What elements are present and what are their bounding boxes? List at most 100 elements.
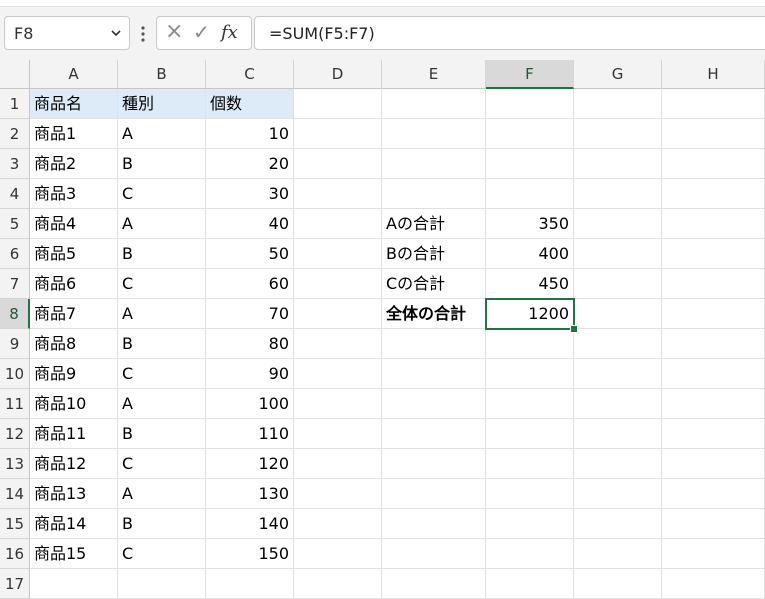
cell-c6[interactable]: 50	[206, 239, 294, 269]
cell-d2[interactable]	[294, 119, 382, 149]
cell-g13[interactable]	[574, 449, 662, 479]
cell-a7[interactable]: 商品6	[30, 269, 118, 299]
cell-c4[interactable]: 30	[206, 179, 294, 209]
cell-h6[interactable]	[662, 239, 765, 269]
cell-a3[interactable]: 商品2	[30, 149, 118, 179]
cell-e14[interactable]	[382, 479, 486, 509]
cell-h16[interactable]	[662, 539, 765, 569]
cell-d12[interactable]	[294, 419, 382, 449]
cell-f17[interactable]	[486, 569, 574, 599]
cell-d15[interactable]	[294, 509, 382, 539]
cell-d8[interactable]	[294, 299, 382, 329]
cell-b2[interactable]: A	[118, 119, 206, 149]
cell-a6[interactable]: 商品5	[30, 239, 118, 269]
cell-d9[interactable]	[294, 329, 382, 359]
cell-b13[interactable]: C	[118, 449, 206, 479]
column-header-e[interactable]: E	[382, 60, 486, 89]
row-header-7[interactable]: 7	[0, 269, 30, 299]
cell-g4[interactable]	[574, 179, 662, 209]
cell-g8[interactable]	[574, 299, 662, 329]
chevron-down-icon[interactable]	[109, 26, 123, 40]
cell-g5[interactable]	[574, 209, 662, 239]
cell-c12[interactable]: 110	[206, 419, 294, 449]
cell-e5[interactable]: Aの合計	[382, 209, 486, 239]
cell-g10[interactable]	[574, 359, 662, 389]
cell-c17[interactable]	[206, 569, 294, 599]
cell-g3[interactable]	[574, 149, 662, 179]
cell-c13[interactable]: 120	[206, 449, 294, 479]
cell-g15[interactable]	[574, 509, 662, 539]
row-header-17[interactable]: 17	[0, 569, 30, 599]
cell-b4[interactable]: C	[118, 179, 206, 209]
cell-d10[interactable]	[294, 359, 382, 389]
select-all-corner[interactable]	[0, 60, 30, 89]
cell-g16[interactable]	[574, 539, 662, 569]
cell-a4[interactable]: 商品3	[30, 179, 118, 209]
insert-function-icon[interactable]: fx	[221, 22, 238, 43]
cell-g1[interactable]	[574, 89, 662, 119]
cell-b10[interactable]: C	[118, 359, 206, 389]
cell-d4[interactable]	[294, 179, 382, 209]
column-header-f[interactable]: F	[486, 60, 574, 89]
name-box[interactable]: F8	[4, 16, 130, 50]
cell-b3[interactable]: B	[118, 149, 206, 179]
cell-d5[interactable]	[294, 209, 382, 239]
cell-g17[interactable]	[574, 569, 662, 599]
cell-c3[interactable]: 20	[206, 149, 294, 179]
cell-b11[interactable]: A	[118, 389, 206, 419]
fill-handle[interactable]	[570, 325, 578, 333]
cell-b1[interactable]: 種別	[118, 89, 206, 119]
cell-b16[interactable]: C	[118, 539, 206, 569]
cell-c5[interactable]: 40	[206, 209, 294, 239]
cell-g7[interactable]	[574, 269, 662, 299]
cell-f6[interactable]: 400	[486, 239, 574, 269]
cell-d17[interactable]	[294, 569, 382, 599]
cell-h5[interactable]	[662, 209, 765, 239]
cell-c15[interactable]: 140	[206, 509, 294, 539]
row-header-10[interactable]: 10	[0, 359, 30, 389]
cell-e9[interactable]	[382, 329, 486, 359]
cell-f11[interactable]	[486, 389, 574, 419]
cell-c10[interactable]: 90	[206, 359, 294, 389]
cell-h3[interactable]	[662, 149, 765, 179]
cell-d3[interactable]	[294, 149, 382, 179]
cell-b17[interactable]	[118, 569, 206, 599]
cell-h10[interactable]	[662, 359, 765, 389]
row-header-1[interactable]: 1	[0, 89, 30, 119]
cell-e11[interactable]	[382, 389, 486, 419]
cell-g2[interactable]	[574, 119, 662, 149]
cell-e17[interactable]	[382, 569, 486, 599]
cell-d14[interactable]	[294, 479, 382, 509]
cell-e4[interactable]	[382, 179, 486, 209]
column-header-g[interactable]: G	[574, 60, 662, 89]
cell-e15[interactable]	[382, 509, 486, 539]
cell-h9[interactable]	[662, 329, 765, 359]
cancel-icon[interactable]: ×	[165, 19, 183, 44]
cell-h7[interactable]	[662, 269, 765, 299]
row-header-15[interactable]: 15	[0, 509, 30, 539]
cell-c9[interactable]: 80	[206, 329, 294, 359]
row-header-2[interactable]: 2	[0, 119, 30, 149]
cell-d7[interactable]	[294, 269, 382, 299]
row-header-13[interactable]: 13	[0, 449, 30, 479]
cell-f14[interactable]	[486, 479, 574, 509]
cell-d13[interactable]	[294, 449, 382, 479]
cell-a16[interactable]: 商品15	[30, 539, 118, 569]
cell-f9[interactable]	[486, 329, 574, 359]
cell-c1[interactable]: 個数	[206, 89, 294, 119]
formula-input[interactable]: =SUM(F5:F7)	[254, 16, 765, 50]
column-header-a[interactable]: A	[30, 60, 118, 89]
cell-h1[interactable]	[662, 89, 765, 119]
cell-a10[interactable]: 商品9	[30, 359, 118, 389]
cell-b14[interactable]: A	[118, 479, 206, 509]
cell-d6[interactable]	[294, 239, 382, 269]
cell-g9[interactable]	[574, 329, 662, 359]
row-header-5[interactable]: 5	[0, 209, 30, 239]
cell-c14[interactable]: 130	[206, 479, 294, 509]
cell-d11[interactable]	[294, 389, 382, 419]
cell-e16[interactable]	[382, 539, 486, 569]
column-header-b[interactable]: B	[118, 60, 206, 89]
cell-h14[interactable]	[662, 479, 765, 509]
cell-e2[interactable]	[382, 119, 486, 149]
cell-f10[interactable]	[486, 359, 574, 389]
